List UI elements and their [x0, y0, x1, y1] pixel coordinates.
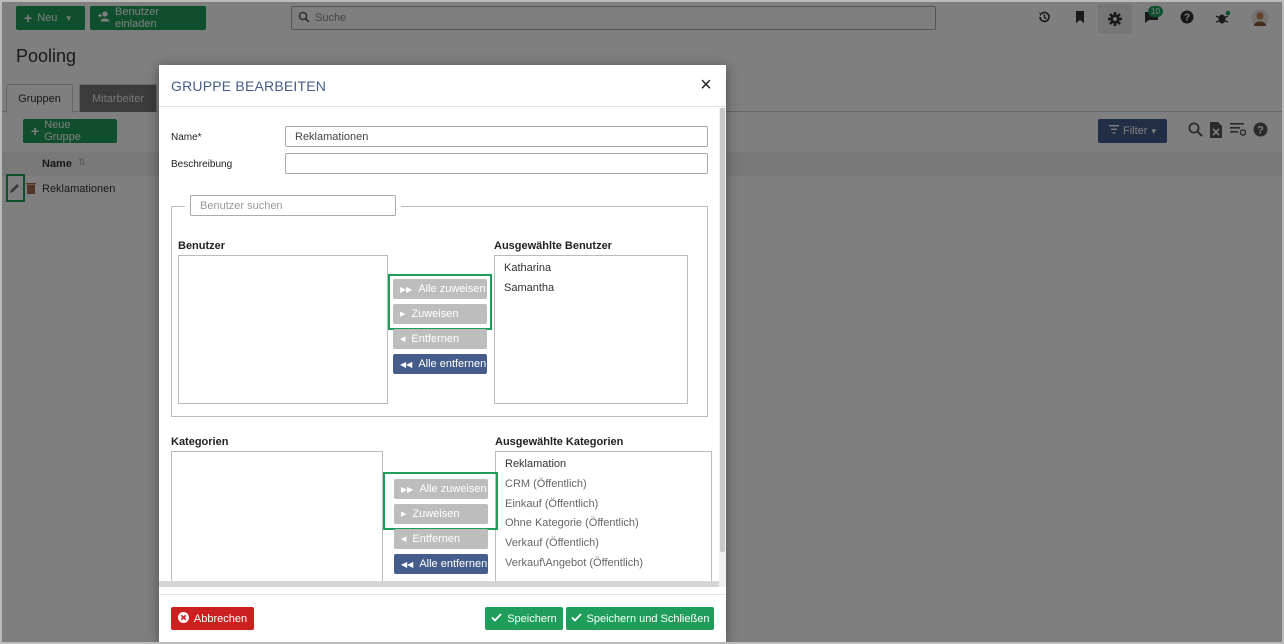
remove-category-button[interactable]: ◀ Entfernen [394, 529, 488, 549]
edit-group-dialog: GRUPPE BEARBEITEN × Name* Reklamationen … [159, 65, 726, 642]
vertical-scrollbar[interactable] [719, 108, 726, 587]
double-chevron-right-icon: ▶▶ [401, 484, 414, 494]
description-label: Beschreibung [171, 159, 233, 170]
chevron-left-icon: ◀ [400, 336, 406, 343]
chevron-left-icon: ◀ [401, 536, 407, 543]
remove-all-users-button[interactable]: ◀◀ Alle entfernen [393, 354, 487, 374]
assign-all-categories-button[interactable]: ▶▶ Alle zuweisen [394, 479, 488, 499]
dialog-title: GRUPPE BEARBEITEN [171, 78, 327, 94]
selected-users-list[interactable]: Katharina Samantha [494, 255, 688, 404]
list-item[interactable]: Katharina [504, 262, 551, 274]
list-item[interactable]: Verkauf\Angebot (Öffentlich) [505, 557, 643, 569]
double-chevron-left-icon: ◀◀ [401, 559, 414, 569]
remove-label: Entfernen [411, 333, 460, 345]
dialog-header: GRUPPE BEARBEITEN × [159, 65, 726, 107]
remove-all-categories-button[interactable]: ◀◀ Alle entfernen [394, 554, 488, 574]
horizontal-scrollbar[interactable] [159, 581, 719, 587]
cancel-icon [177, 611, 189, 626]
list-item[interactable]: Verkauf (Öffentlich) [505, 537, 599, 549]
remove-user-button[interactable]: ◀ Entfernen [393, 329, 487, 349]
selected-categories-label: Ausgewählte Kategorien [495, 436, 624, 448]
name-label: Name* [171, 132, 202, 143]
assign-label: Zuweisen [412, 508, 460, 520]
save-label: Speichern [507, 612, 557, 625]
double-chevron-left-icon: ◀◀ [400, 359, 413, 369]
available-users-list[interactable] [178, 255, 388, 404]
categories-label: Kategorien [171, 436, 229, 448]
remove-all-label: Alle entfernen [418, 358, 487, 370]
selected-categories-list[interactable]: Reklamation CRM (Öffentlich) Einkauf (Öf… [495, 451, 712, 587]
chevron-right-icon: ▶ [401, 511, 407, 518]
assign-all-label: Alle zuweisen [418, 283, 486, 295]
dialog-body: Name* Reklamationen Beschreibung Benutze… [159, 108, 726, 587]
selected-users-label: Ausgewählte Benutzer [494, 240, 612, 252]
save-button[interactable]: Speichern [485, 607, 563, 630]
cancel-label: Abbrechen [193, 612, 248, 625]
users-label: Benutzer [178, 240, 226, 252]
close-icon[interactable]: × [696, 75, 716, 95]
assign-category-button[interactable]: ▶ Zuweisen [394, 504, 488, 524]
description-field[interactable] [285, 153, 708, 174]
double-chevron-right-icon: ▶▶ [400, 284, 413, 294]
app-window: + Neu ▾ Benutzer einladen Suche [0, 0, 1284, 644]
list-item[interactable]: CRM (Öffentlich) [505, 478, 587, 490]
list-item[interactable]: Reklamation [505, 458, 566, 470]
assign-user-button[interactable]: ▶ Zuweisen [393, 304, 487, 324]
cancel-button[interactable]: Abbrechen [171, 607, 254, 630]
list-item[interactable]: Ohne Kategorie (Öffentlich) [505, 517, 639, 529]
save-close-label: Speichern und Schließen [586, 612, 710, 625]
name-field[interactable]: Reklamationen [285, 126, 708, 147]
assign-label: Zuweisen [411, 308, 459, 320]
remove-all-label: Alle entfernen [419, 558, 488, 570]
available-categories-list[interactable] [171, 451, 383, 587]
dialog-footer: Abbrechen Speichern Speichern und Schlie… [159, 594, 726, 642]
user-search-input[interactable]: Benutzer suchen [190, 195, 396, 216]
check-icon [570, 612, 582, 625]
save-and-close-button[interactable]: Speichern und Schließen [566, 607, 714, 630]
scrollbar-thumb[interactable] [720, 108, 725, 552]
list-item[interactable]: Einkauf (Öffentlich) [505, 498, 598, 510]
check-icon [491, 612, 502, 625]
remove-label: Entfernen [412, 533, 461, 545]
assign-all-label: Alle zuweisen [419, 483, 487, 495]
assign-all-users-button[interactable]: ▶▶ Alle zuweisen [393, 279, 487, 299]
chevron-right-icon: ▶ [400, 311, 406, 318]
list-item[interactable]: Samantha [504, 282, 554, 294]
